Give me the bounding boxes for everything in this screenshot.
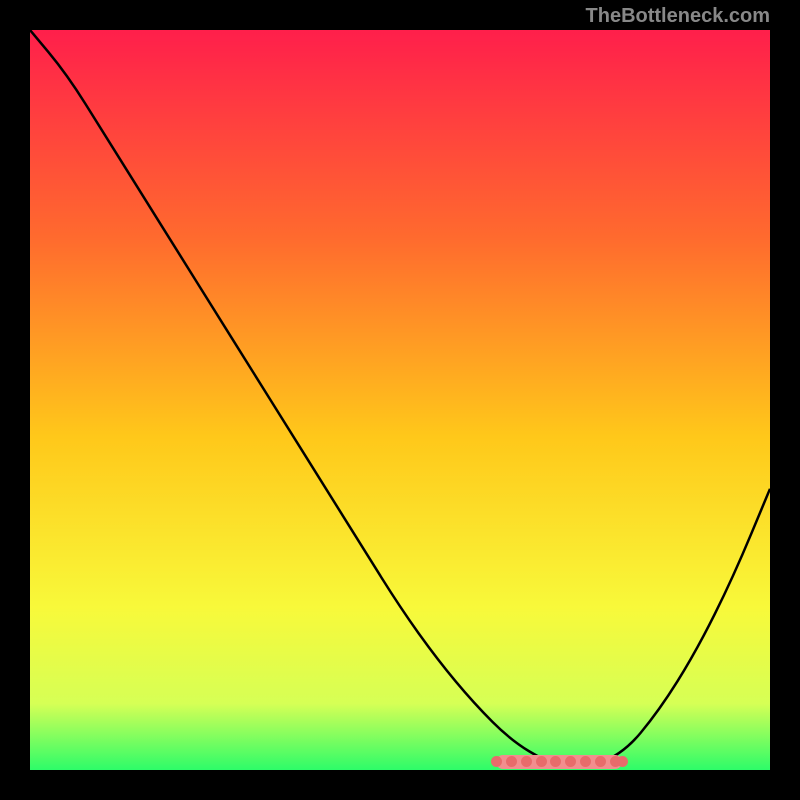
optimal-dot [521,756,532,767]
optimal-dot [506,756,517,767]
plot-area [30,30,770,770]
chart-container: TheBottleneck.com [0,0,800,800]
optimal-dot [617,756,628,767]
watermark-text: TheBottleneck.com [586,5,770,28]
optimal-dot [580,756,591,767]
bottleneck-curve [30,30,770,770]
optimal-dot [595,756,606,767]
optimal-dot [536,756,547,767]
